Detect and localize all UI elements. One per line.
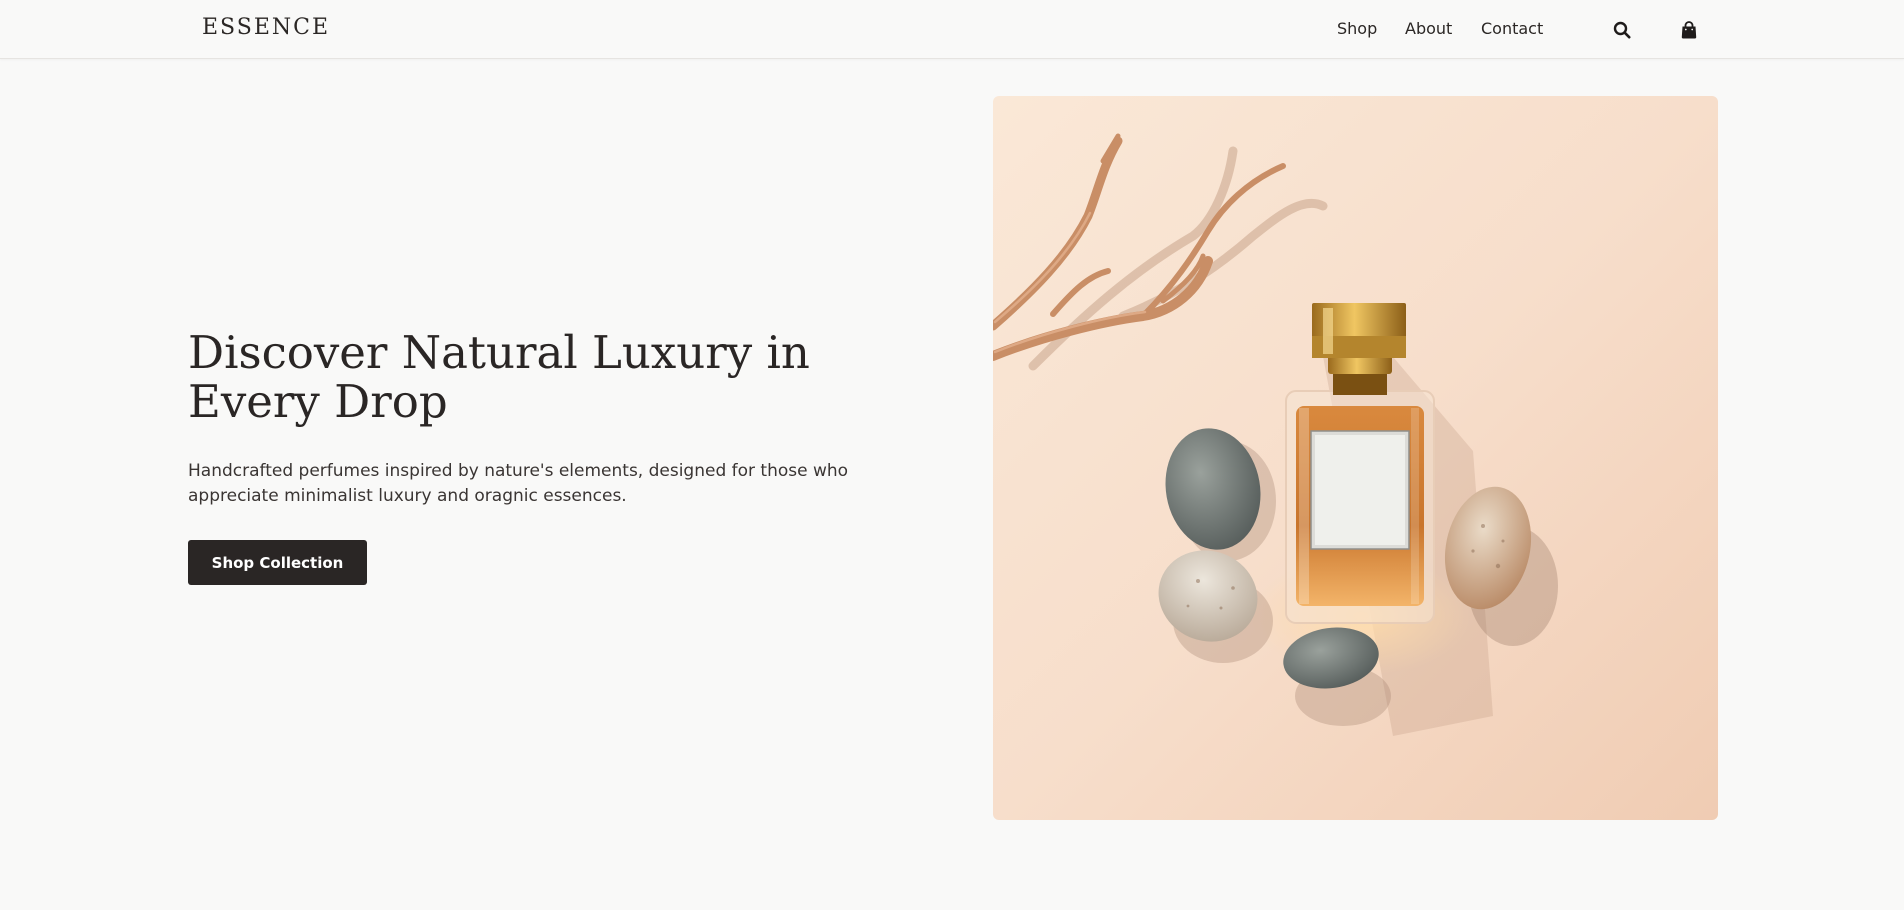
nav-link-shop[interactable]: Shop [1337, 19, 1377, 38]
nav-link-contact[interactable]: Contact [1481, 19, 1543, 38]
shopping-bag-icon [1681, 21, 1697, 39]
cart-button[interactable] [1675, 16, 1703, 44]
shop-collection-button[interactable]: Shop Collection [188, 540, 367, 585]
site-header: ESSENCE Shop About Contact [0, 0, 1904, 59]
brand-logo[interactable]: ESSENCE [202, 15, 330, 40]
hero-title: Discover Natural Luxury in Every Drop [188, 326, 810, 428]
search-icon [1613, 21, 1631, 39]
hero-product-image [993, 96, 1718, 820]
nav-link-about[interactable]: About [1405, 19, 1452, 38]
hero-subtitle: Handcrafted perfumes inspired by nature'… [188, 461, 849, 506]
search-button[interactable] [1608, 16, 1636, 44]
